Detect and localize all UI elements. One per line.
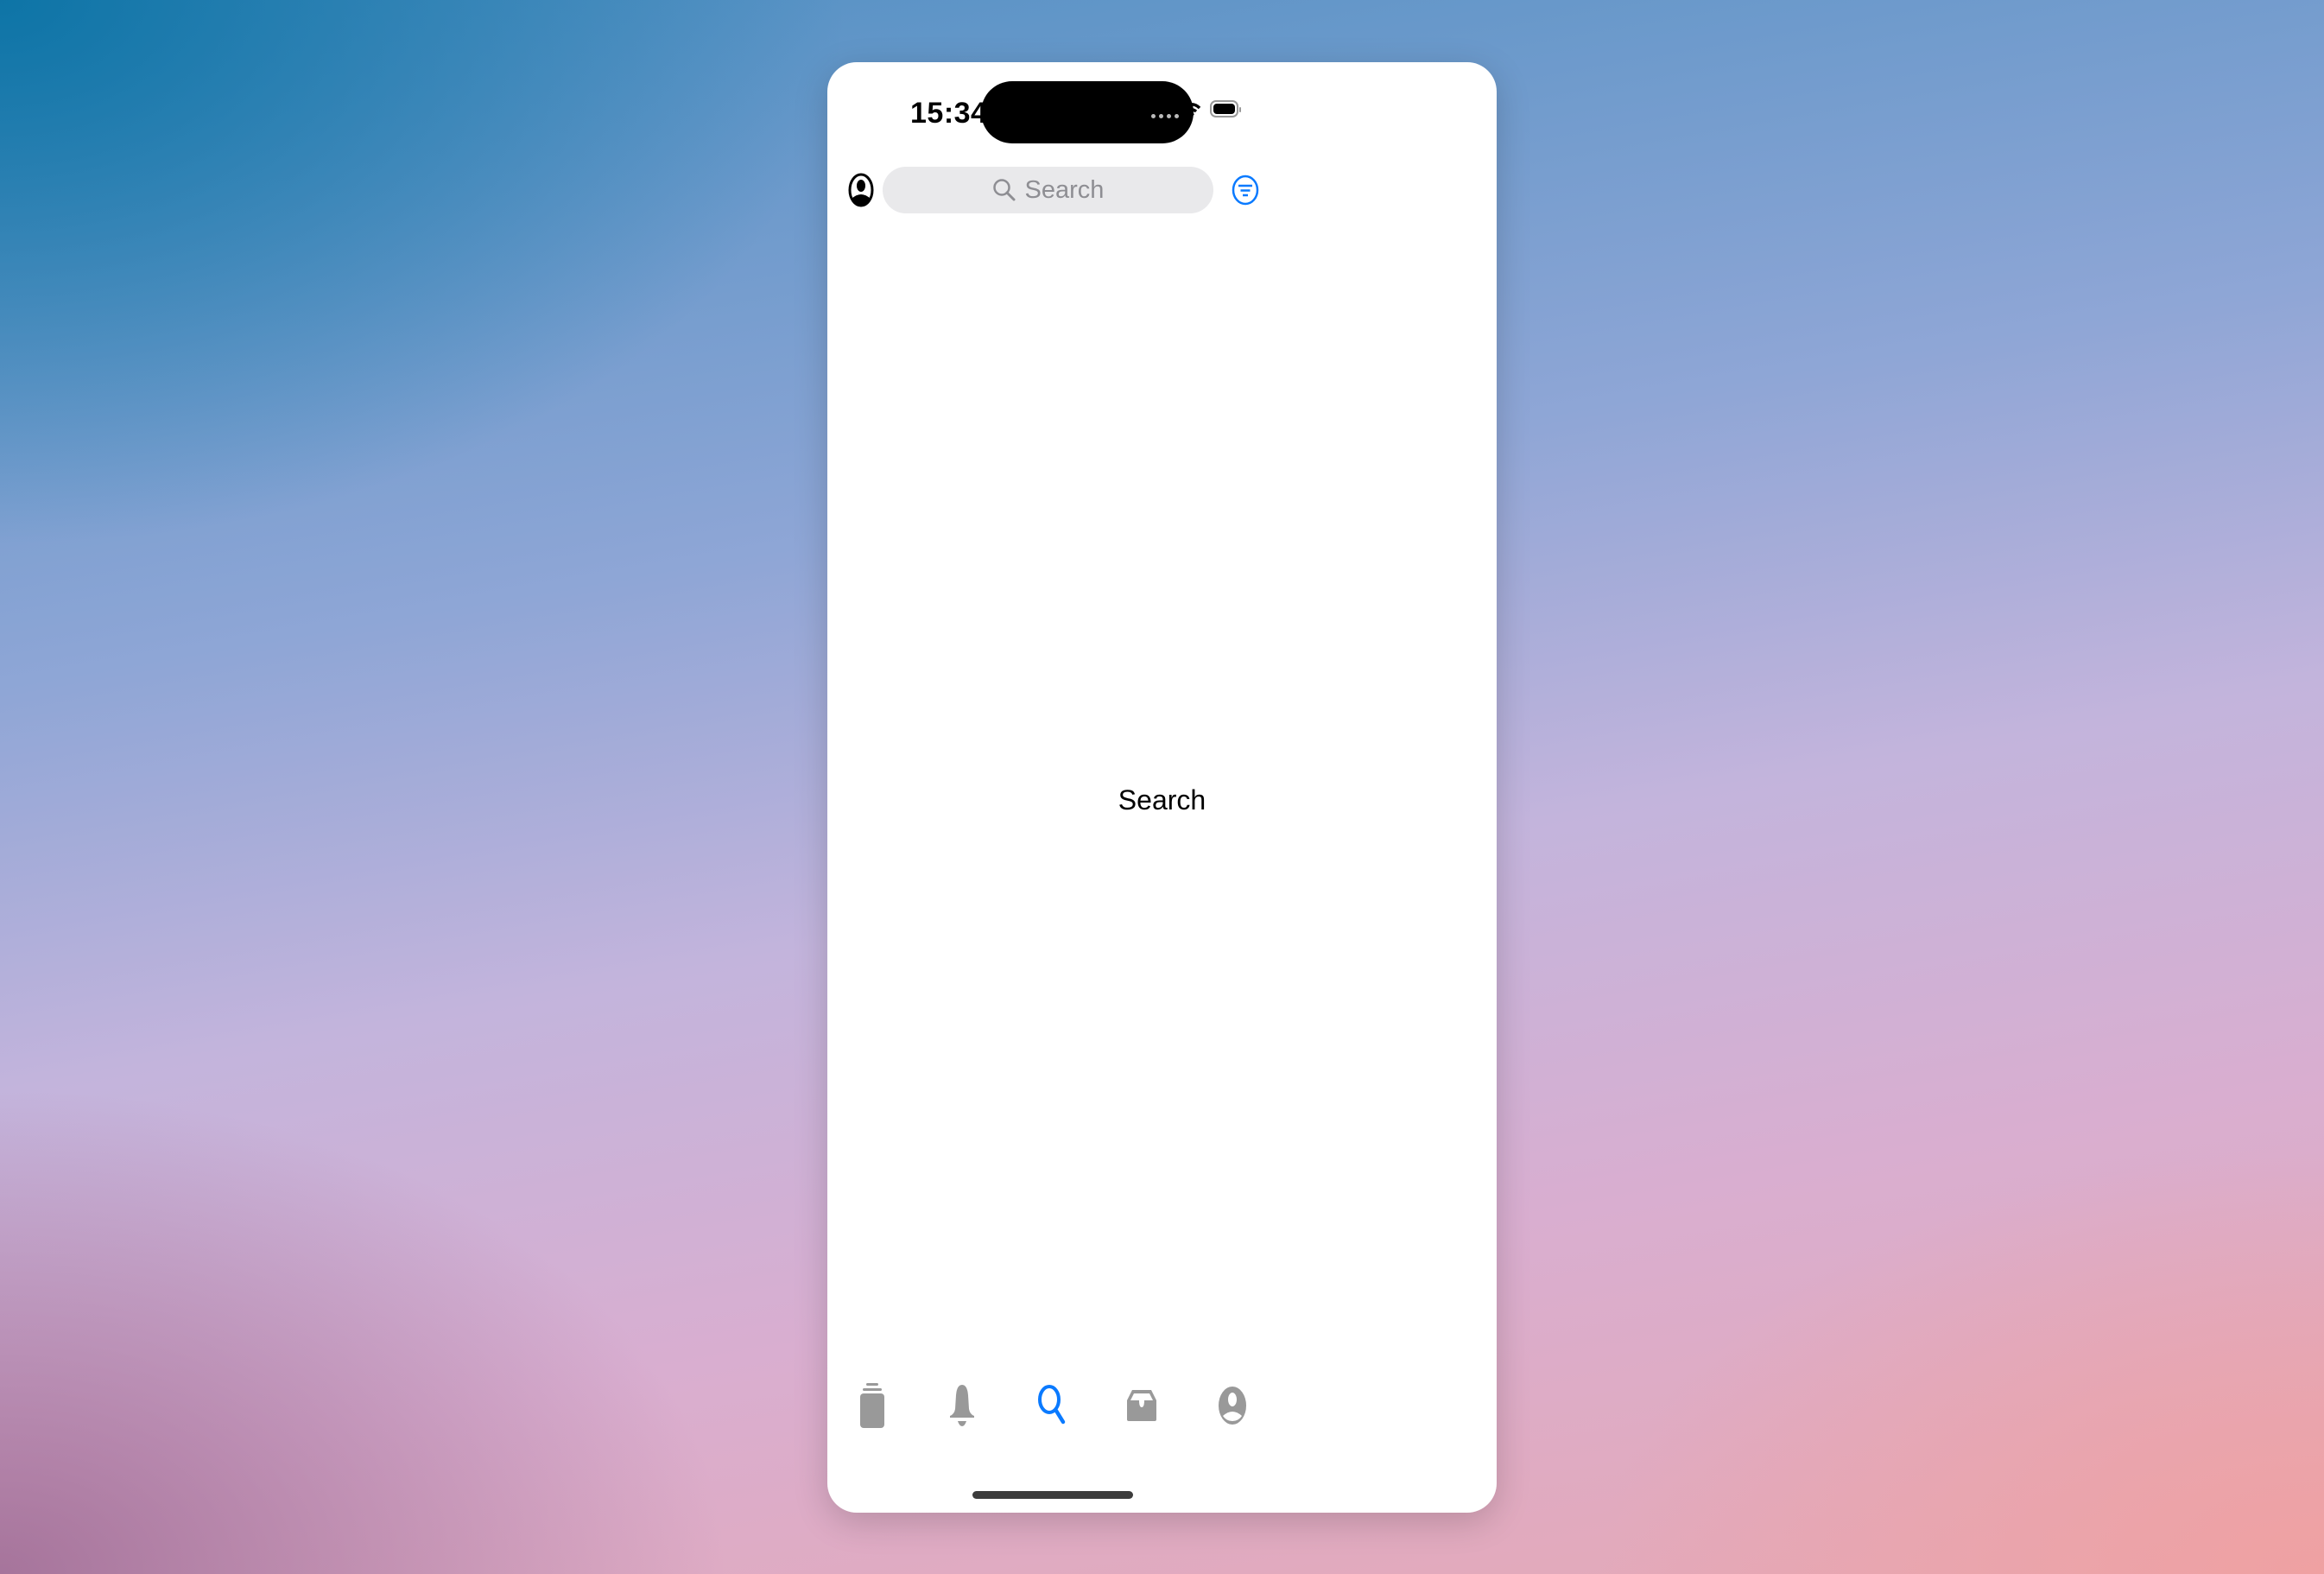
search-icon bbox=[992, 179, 1016, 201]
tab-notifications[interactable] bbox=[932, 1375, 992, 1436]
search-placeholder: Search bbox=[1024, 175, 1105, 204]
dynamic-island bbox=[981, 81, 1194, 143]
tab-profile[interactable] bbox=[1202, 1375, 1263, 1436]
person-circle-icon bbox=[1219, 1387, 1246, 1425]
tab-inbox[interactable] bbox=[1111, 1375, 1172, 1436]
tab-bar bbox=[827, 1375, 1497, 1436]
signal-icon bbox=[1151, 114, 1179, 118]
status-time: 15:34 bbox=[910, 97, 988, 130]
tray-icon bbox=[1127, 1390, 1156, 1421]
bell-icon bbox=[950, 1385, 974, 1426]
search-input[interactable]: Search bbox=[883, 167, 1213, 213]
phone-screen: 15:34 Search Search bbox=[827, 62, 1497, 1513]
tab-search[interactable] bbox=[1022, 1375, 1082, 1436]
page-placeholder-text: Search bbox=[1118, 784, 1206, 816]
tab-feed[interactable] bbox=[842, 1375, 902, 1436]
stack-icon bbox=[860, 1383, 884, 1428]
wifi-icon bbox=[1181, 103, 1201, 118]
profile-button[interactable] bbox=[848, 173, 874, 207]
filter-button[interactable] bbox=[1232, 175, 1259, 206]
battery-icon bbox=[1210, 100, 1241, 117]
home-indicator[interactable] bbox=[972, 1491, 1133, 1499]
magnifier-icon bbox=[1038, 1385, 1066, 1425]
